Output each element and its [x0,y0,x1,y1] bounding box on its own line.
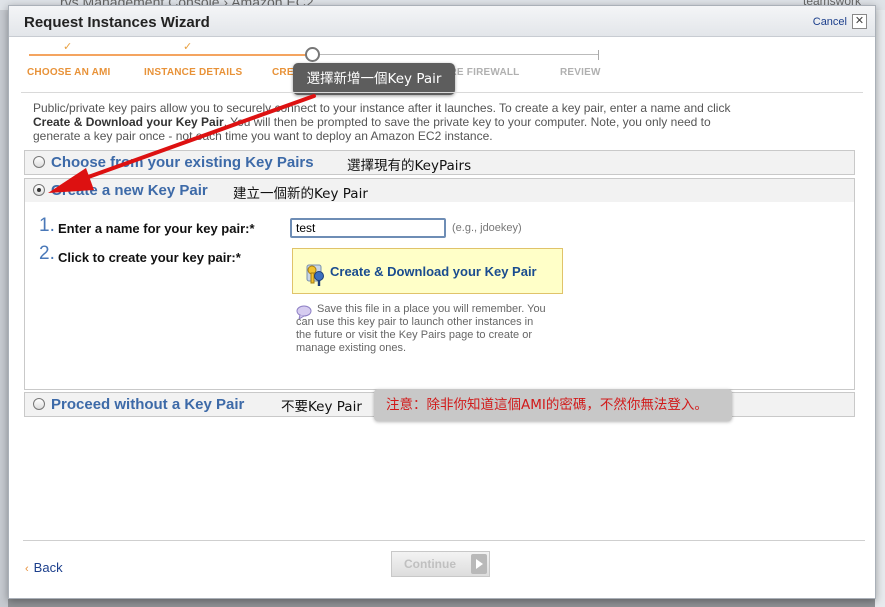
background-left-edge [0,10,8,607]
keypair-name-hint: (e.g., jdoekey) [452,222,522,234]
intro-line1: Public/private key pairs allow you to se… [33,101,731,115]
existing-annotation: 選擇現有的KeyPairs [347,158,472,174]
key-icon [306,264,324,286]
progress-track-done [29,54,309,56]
footer-divider [23,540,865,541]
step-review: REVIEW [560,67,601,78]
progress-track-todo [309,54,599,55]
dialog-titlebar: Request Instances Wizard Cancel ✕ [9,6,875,37]
continue-arrow-icon [471,554,487,574]
step-instance-details: INSTANCE DETAILS [144,67,243,78]
radio-without[interactable] [33,398,45,410]
intro-bold: Create & Download your Key Pair [33,115,224,129]
create-download-label[interactable]: Create & Download your Key Pair [330,264,537,279]
intro-text: Public/private key pairs allow you to se… [33,101,833,143]
back-label[interactable]: Back [34,560,63,575]
current-step-indicator [305,47,320,62]
option-existing-key-pairs[interactable]: Choose from your existing Key Pairs 選擇現有… [24,150,855,175]
dialog-title: Request Instances Wizard [24,14,210,31]
new-annotation: 建立一個新的Key Pair [233,186,368,202]
wizard-dialog: Request Instances Wizard Cancel ✕ ✓ ✓ CH… [8,5,876,599]
option-new-label[interactable]: Create a new Key Pair [51,182,208,199]
radio-create-new[interactable] [33,184,45,196]
create-download-keypair-button[interactable]: Create & Download your Key Pair [292,248,563,294]
header-divider [21,92,863,93]
radio-existing[interactable] [33,156,45,168]
cancel-link[interactable]: Cancel [813,16,847,28]
progress-end-mark [598,50,599,60]
without-annotation: 不要Key Pair [281,399,362,415]
keypair-name-input[interactable] [290,218,446,238]
back-link[interactable]: ‹ Back [25,560,63,575]
step1-number: 1. [39,215,55,236]
option-without-label[interactable]: Proceed without a Key Pair [51,396,244,413]
continue-button[interactable]: Continue [391,551,490,577]
keypair-name-label: Enter a name for your key pair:* [58,221,255,236]
back-chevron-icon: ‹ [25,563,29,575]
warning-annotation: 注意：除非你知道這個AMI的密碼，不然你無法登入。 [374,389,732,421]
background-right-edge [875,10,885,607]
option-existing-label[interactable]: Choose from your existing Key Pairs [51,154,314,171]
step2-number: 2. [39,243,55,264]
create-keypair-label: Click to create your key pair:* [58,250,241,265]
intro-line3: generate a key pair once - not each time… [33,129,493,143]
step-choose-ami: CHOOSE AN AMI [27,67,111,78]
step-tooltip-annotation: 選擇新增一個Key Pair [293,63,455,95]
close-icon[interactable]: ✕ [852,14,867,29]
new-key-pair-panel: 1. Enter a name for your key pair:* (e.g… [24,202,855,390]
step-done-check-icon: ✓ [63,41,73,53]
save-file-note: Save this file in a place you will remem… [296,303,546,354]
step-done-check-icon: ✓ [183,41,193,53]
continue-label: Continue [404,557,456,571]
intro-line2: . You will then be prompted to save the … [223,115,711,129]
option-create-new-key-pair[interactable]: Create a new Key Pair 建立一個新的Key Pair [24,178,855,203]
